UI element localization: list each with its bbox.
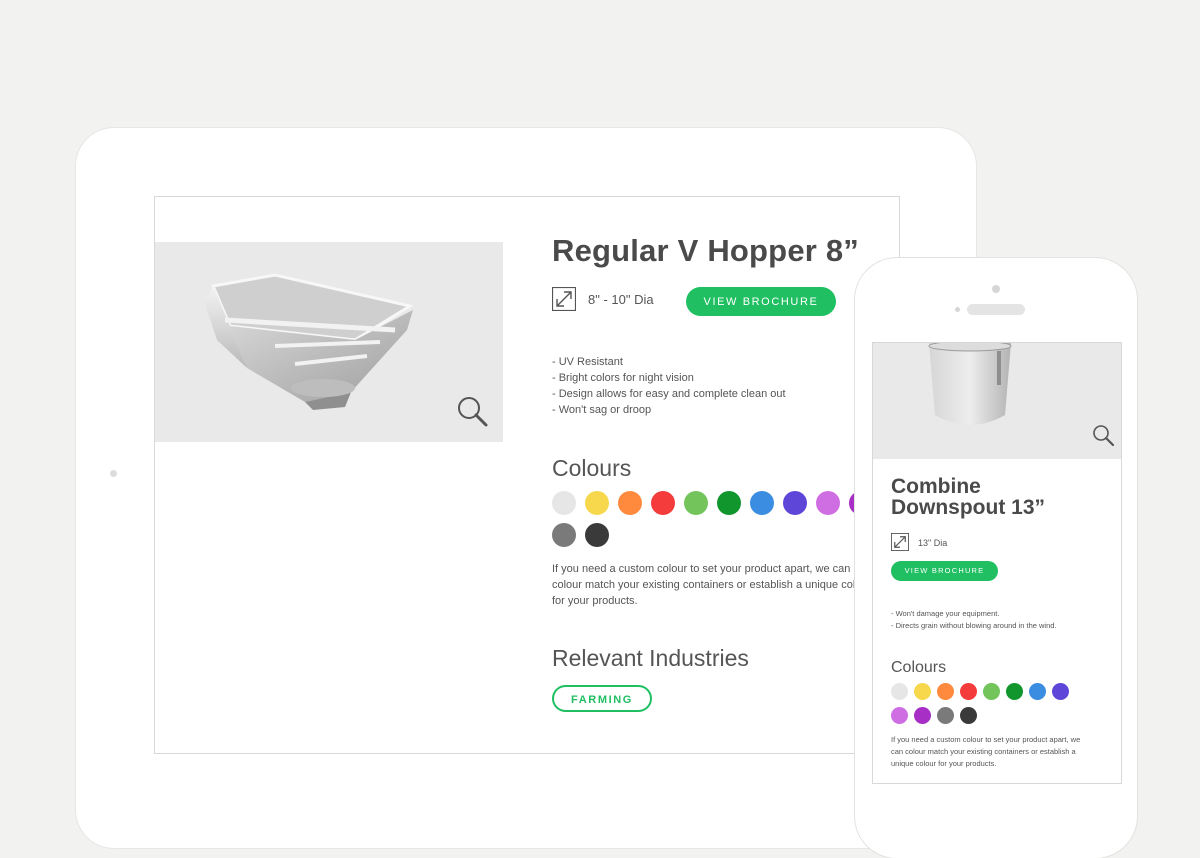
feature-list: - UV Resistant - Bright colors for night… <box>552 354 786 418</box>
colour-swatch[interactable] <box>783 491 807 515</box>
colour-swatch[interactable] <box>717 491 741 515</box>
custom-colour-text: If you need a custom colour to set your … <box>552 563 872 607</box>
colour-swatch[interactable] <box>1029 683 1046 700</box>
feature-item: - Won't sag or droop <box>552 404 652 416</box>
colour-swatch[interactable] <box>960 707 977 724</box>
resize-arrow-icon <box>552 287 576 311</box>
colour-swatch[interactable] <box>891 683 908 700</box>
view-brochure-button[interactable]: VIEW BROCHURE <box>686 287 836 316</box>
view-brochure-button[interactable]: VIEW BROCHURE <box>891 561 998 581</box>
colour-swatch[interactable] <box>960 683 977 700</box>
colour-swatch[interactable] <box>914 683 931 700</box>
product-title: Regular V Hopper 8” <box>552 233 859 268</box>
colour-swatches <box>552 523 609 547</box>
colour-swatch[interactable] <box>914 707 931 724</box>
hopper-illustration <box>205 273 414 410</box>
tablet-screen: Regular V Hopper 8” 8" - 10" Dia VIEW BR… <box>154 196 900 754</box>
colour-swatch[interactable] <box>585 491 609 515</box>
colour-swatch[interactable] <box>983 683 1000 700</box>
product-image[interactable] <box>873 343 1121 459</box>
phone-sensor <box>955 307 960 312</box>
colour-swatches <box>891 707 977 724</box>
feature-list: - Won't damage your equipment. - Directs… <box>891 608 1057 632</box>
colour-swatch[interactable] <box>891 707 908 724</box>
phone-speaker <box>967 304 1025 315</box>
industry-tag-farming[interactable]: FARMING <box>552 685 652 712</box>
feature-item: - Directs grain without blowing around i… <box>891 621 1057 630</box>
colour-swatch[interactable] <box>937 707 954 724</box>
magnifier-icon[interactable] <box>1091 423 1115 447</box>
feature-item: - UV Resistant <box>552 356 623 368</box>
colour-swatch[interactable] <box>684 491 708 515</box>
feature-item: - Won't damage your equipment. <box>891 609 1000 618</box>
custom-colour-text: If you need a custom colour to set your … <box>891 735 1081 768</box>
colour-swatch[interactable] <box>1052 683 1069 700</box>
colour-swatch[interactable] <box>1006 683 1023 700</box>
colour-swatches <box>552 491 873 515</box>
phone-camera <box>992 285 1000 293</box>
colour-swatch[interactable] <box>651 491 675 515</box>
product-title: Combine Downspout 13” <box>891 475 1046 519</box>
colour-swatch[interactable] <box>937 683 954 700</box>
colour-swatch[interactable] <box>816 491 840 515</box>
downspout-illustration <box>928 343 1012 425</box>
colour-swatch[interactable] <box>585 523 609 547</box>
colour-swatch[interactable] <box>552 491 576 515</box>
colours-heading: Colours <box>891 659 947 676</box>
colour-swatch[interactable] <box>750 491 774 515</box>
tablet-camera <box>110 470 117 477</box>
colour-swatch[interactable] <box>552 523 576 547</box>
product-image[interactable] <box>155 242 503 442</box>
feature-item: - Design allows for easy and complete cl… <box>552 388 786 400</box>
phone-screen: Combine Downspout 13” 13" Dia VIEW BROCH… <box>872 342 1122 784</box>
product-size: 8" - 10" Dia <box>588 292 654 307</box>
product-size: 13" Dia <box>918 538 948 548</box>
feature-item: - Bright colors for night vision <box>552 372 694 384</box>
colour-swatch[interactable] <box>618 491 642 515</box>
colour-swatches <box>891 683 1069 700</box>
colours-heading: Colours <box>552 455 632 481</box>
magnifier-icon[interactable] <box>455 394 489 428</box>
resize-arrow-icon <box>891 533 909 551</box>
industries-heading: Relevant Industries <box>552 645 749 671</box>
